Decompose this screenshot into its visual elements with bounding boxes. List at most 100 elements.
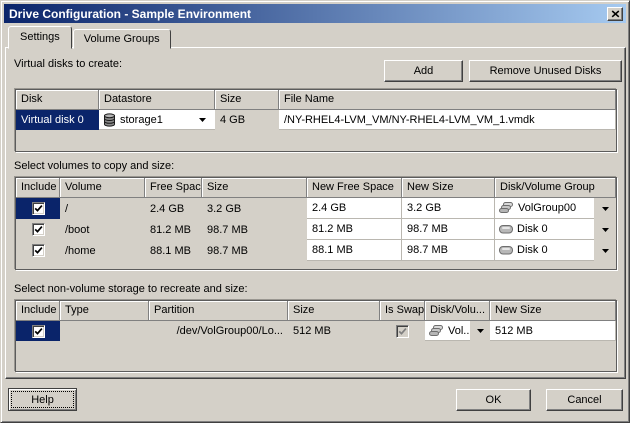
- drive-configuration-dialog: Drive Configuration - Sample Environment…: [0, 0, 630, 423]
- new-size-field[interactable]: 3.2 GB: [402, 198, 495, 219]
- datastore-cell: storage1: [99, 110, 215, 130]
- new-free-space-field[interactable]: 88.1 MB: [307, 240, 402, 261]
- disk-volu-value: Vol...: [448, 325, 470, 337]
- close-button[interactable]: [607, 7, 623, 21]
- column-header-disk: Disk: [16, 90, 99, 110]
- column-header-new-size: New Size: [490, 301, 616, 321]
- datastore-value: storage1: [120, 114, 163, 126]
- disk-volume-group-cell: VolGroup00: [495, 198, 616, 219]
- include-checkbox[interactable]: [32, 202, 45, 215]
- disk-icon: [499, 224, 513, 234]
- check-icon: [34, 225, 43, 234]
- disk-volu-combobox[interactable]: Vol...: [425, 321, 490, 341]
- disk-stack-icon: [499, 202, 514, 214]
- virtual-disk-name-cell[interactable]: Virtual disk 0: [16, 110, 99, 130]
- check-icon: [34, 204, 43, 213]
- check-icon: [34, 246, 43, 255]
- dropdown-arrow-icon[interactable]: [477, 329, 484, 333]
- column-header-size: Size: [215, 90, 279, 110]
- cancel-button[interactable]: Cancel: [546, 389, 623, 411]
- column-header-include: Include: [16, 178, 60, 198]
- tab-settings[interactable]: Settings: [8, 26, 72, 49]
- dropdown-arrow-icon[interactable]: [199, 118, 206, 122]
- type-cell: [60, 321, 149, 341]
- settings-tab-page: Virtual disks to create: Add Remove Unus…: [5, 47, 626, 379]
- window-title: Drive Configuration - Sample Environment: [9, 7, 607, 21]
- volume-cell: /home: [60, 240, 145, 261]
- datastore-icon: [103, 113, 116, 127]
- size-cell: 98.7 MB: [202, 219, 307, 240]
- include-cell: [16, 240, 60, 261]
- free-space-cell: 2.4 GB: [145, 198, 202, 219]
- non-volume-label: Select non-volume storage to recreate an…: [14, 283, 248, 295]
- new-free-space-field[interactable]: 2.4 GB: [307, 198, 402, 219]
- tab-strip: Settings Volume Groups: [8, 26, 172, 49]
- dropdown-arrow-icon[interactable]: [602, 207, 609, 211]
- tab-volume-groups[interactable]: Volume Groups: [73, 29, 171, 49]
- disk-volume-group-combobox[interactable]: Disk 0: [495, 219, 616, 240]
- column-header-datastore: Datastore: [99, 90, 215, 110]
- volume-cell: /boot: [60, 219, 145, 240]
- disk-volume-group-value: Disk 0: [517, 223, 548, 235]
- free-space-cell: 88.1 MB: [145, 240, 202, 261]
- size-cell: 98.7 MB: [202, 240, 307, 261]
- new-size-field[interactable]: 512 MB: [490, 321, 616, 341]
- new-free-space-field[interactable]: 81.2 MB: [307, 219, 402, 240]
- column-header-new-size: New Size: [402, 178, 495, 198]
- dropdown-arrow-icon[interactable]: [602, 249, 609, 253]
- column-header-is-swap: Is Swap: [380, 301, 425, 321]
- disk-volume-group-value: Disk 0: [517, 244, 548, 256]
- column-header-size: Size: [288, 301, 380, 321]
- ok-button[interactable]: OK: [456, 389, 531, 411]
- disk-volume-group-value: VolGroup00: [518, 202, 576, 214]
- check-icon: [34, 327, 43, 336]
- include-checkbox[interactable]: [32, 244, 45, 257]
- new-size-field[interactable]: 98.7 MB: [402, 219, 495, 240]
- virtual-disks-label: Virtual disks to create:: [14, 58, 122, 70]
- size-cell: 512 MB: [288, 321, 380, 341]
- column-header-type: Type: [60, 301, 149, 321]
- include-cell: [16, 321, 60, 341]
- column-header-size: Size: [202, 178, 307, 198]
- dropdown-arrow-icon[interactable]: [602, 228, 609, 232]
- disk-volume-group-cell: Disk 0: [495, 219, 616, 240]
- disk-volume-group-cell: Disk 0: [495, 240, 616, 261]
- column-header-volume: Volume: [60, 178, 145, 198]
- include-cell: [16, 198, 60, 219]
- titlebar[interactable]: Drive Configuration - Sample Environment: [4, 4, 626, 23]
- datastore-combobox[interactable]: storage1: [99, 110, 215, 130]
- column-header-disk-volu: Disk/Volu...: [425, 301, 490, 321]
- help-button[interactable]: Help: [8, 388, 77, 411]
- volumes-table: Include Volume Free Space Size New Free …: [15, 177, 617, 270]
- add-button[interactable]: Add: [384, 60, 463, 82]
- disk-volume-group-combobox[interactable]: VolGroup00: [495, 198, 616, 219]
- file-name-field[interactable]: /NY-RHEL4-LVM_VM/NY-RHEL4-LVM_VM_1.vmdk: [279, 110, 616, 130]
- table-filler: [16, 130, 616, 151]
- free-space-cell: 81.2 MB: [145, 219, 202, 240]
- column-header-partition: Partition: [149, 301, 288, 321]
- remove-unused-disks-button[interactable]: Remove Unused Disks: [469, 60, 622, 82]
- column-header-disk-volume-group: Disk/Volume Group: [495, 178, 616, 198]
- column-header-free-space: Free Space: [145, 178, 202, 198]
- virtual-disks-table: Disk Datastore Size File Name Virtual di…: [15, 89, 617, 152]
- is-swap-checkbox: [396, 325, 409, 338]
- disk-stack-icon: [429, 325, 444, 337]
- include-checkbox[interactable]: [32, 325, 45, 338]
- disk-icon: [499, 245, 513, 255]
- is-swap-cell: [380, 321, 425, 341]
- include-cell: [16, 219, 60, 240]
- include-checkbox[interactable]: [32, 223, 45, 236]
- check-icon: [398, 327, 407, 336]
- disk-volu-cell: Vol...: [425, 321, 490, 341]
- column-header-new-free-space: New Free Space: [307, 178, 402, 198]
- column-header-file-name: File Name: [279, 90, 616, 110]
- table-filler: [16, 341, 616, 371]
- table-filler: [16, 261, 616, 269]
- volumes-label: Select volumes to copy and size:: [14, 160, 174, 172]
- disk-volume-group-combobox[interactable]: Disk 0: [495, 240, 616, 261]
- virtual-disk-size-cell: 4 GB: [215, 110, 279, 130]
- partition-cell: /dev/VolGroup00/Lo...: [149, 321, 288, 341]
- close-icon: [611, 10, 620, 18]
- new-size-field[interactable]: 98.7 MB: [402, 240, 495, 261]
- column-header-include: Include: [16, 301, 60, 321]
